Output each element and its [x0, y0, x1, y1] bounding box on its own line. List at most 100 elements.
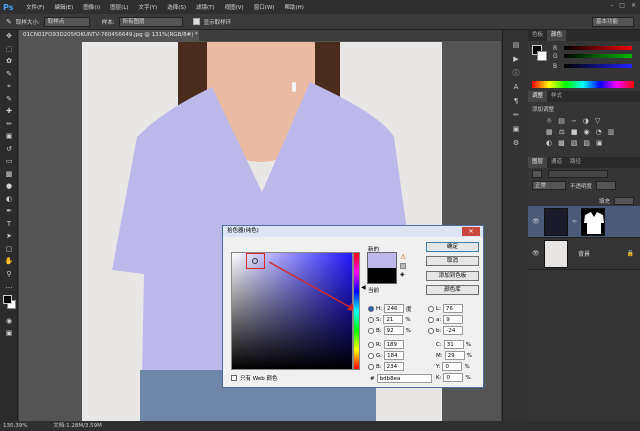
- cyan-input[interactable]: 31: [443, 340, 464, 349]
- more-tools-icon[interactable]: …: [0, 280, 18, 293]
- sample-select[interactable]: 所有图层: [118, 16, 183, 27]
- visibility-eye-icon[interactable]: 👁: [532, 250, 540, 257]
- tab-channels[interactable]: 通道: [547, 157, 566, 168]
- saturation-input[interactable]: 21: [383, 315, 404, 324]
- exposure-icon[interactable]: ◑: [583, 117, 589, 125]
- lab-a-input[interactable]: 9: [443, 315, 464, 324]
- quick-mask-icon[interactable]: ◉: [0, 315, 18, 328]
- color-balance-icon[interactable]: ⚖: [559, 128, 565, 136]
- healing-tool-icon[interactable]: ✚: [0, 105, 18, 118]
- screen-mode-icon[interactable]: ▣: [0, 327, 18, 340]
- menu-image[interactable]: 图像(I): [78, 3, 105, 11]
- foreground-color-swatch[interactable]: [3, 294, 12, 304]
- actions-panel-icon[interactable]: ▶: [503, 52, 529, 66]
- menu-window[interactable]: 窗口(W): [249, 3, 280, 11]
- tab-adjustments[interactable]: 调整: [528, 91, 548, 102]
- maximize-icon[interactable]: □: [619, 2, 625, 9]
- gradient-tool-icon[interactable]: ▩: [0, 168, 18, 181]
- color-libraries-button[interactable]: 颜色库: [426, 285, 479, 295]
- menu-type[interactable]: 文字(Y): [134, 3, 163, 11]
- history-panel-icon[interactable]: ▤: [503, 38, 529, 52]
- info-panel-icon[interactable]: ⓘ: [503, 66, 529, 80]
- saturation-radio[interactable]: [368, 316, 374, 323]
- brush-panel-icon[interactable]: ✏: [503, 108, 529, 122]
- magenta-input[interactable]: 29: [444, 351, 465, 360]
- document-tab[interactable]: 01CN01FO93D205fOKUNTV-760456649.jpg @ 13…: [19, 30, 199, 41]
- blue-input[interactable]: 234: [383, 362, 404, 371]
- selective-color-icon[interactable]: ▣: [596, 139, 603, 147]
- hue-radio[interactable]: [368, 305, 374, 312]
- eyedropper-tool-icon[interactable]: ✎: [0, 93, 18, 106]
- fill-input[interactable]: [614, 197, 634, 205]
- visibility-eye-icon[interactable]: 👁: [532, 218, 540, 225]
- lab-l-input[interactable]: 76: [442, 304, 463, 313]
- green-radio[interactable]: [368, 352, 374, 359]
- posterize-icon[interactable]: ▩: [558, 139, 565, 147]
- ok-button[interactable]: 确定: [426, 242, 479, 252]
- lab-l-radio[interactable]: [428, 305, 434, 312]
- color-swatches[interactable]: [0, 293, 17, 315]
- tab-color[interactable]: 颜色: [547, 30, 567, 41]
- tool-presets-icon[interactable]: ⚙: [503, 136, 529, 150]
- blue-slider[interactable]: [564, 64, 632, 68]
- eraser-tool-icon[interactable]: ▭: [0, 155, 18, 168]
- sample-size-select[interactable]: 取样点: [43, 16, 90, 27]
- hex-input[interactable]: bdb8ea: [376, 374, 432, 383]
- gamut-swatch[interactable]: [400, 263, 406, 269]
- opacity-input[interactable]: [596, 181, 617, 190]
- menu-filter[interactable]: 滤镜(T): [191, 3, 220, 11]
- paragraph-panel-icon[interactable]: ¶: [503, 94, 529, 108]
- lab-a-radio[interactable]: [428, 316, 434, 323]
- lookup-icon[interactable]: ▥: [608, 128, 615, 136]
- add-to-swatches-button[interactable]: 添加到色板: [426, 271, 479, 281]
- black-input[interactable]: 0: [443, 373, 464, 382]
- photo-filter-icon[interactable]: ◉: [584, 128, 590, 136]
- lab-b-input[interactable]: -24: [443, 326, 464, 335]
- menu-select[interactable]: 选择(S): [162, 3, 191, 11]
- marquee-tool-icon[interactable]: ⬚: [0, 43, 18, 56]
- menu-layer[interactable]: 图层(L): [105, 3, 133, 11]
- only-web-checkbox[interactable]: [231, 375, 237, 381]
- yellow-input[interactable]: 0: [442, 362, 463, 371]
- path-select-tool-icon[interactable]: ➤: [0, 230, 18, 243]
- zoom-tool-icon[interactable]: ⚲: [0, 268, 18, 281]
- dodge-tool-icon[interactable]: ◐: [0, 193, 18, 206]
- brightness-input[interactable]: 92: [383, 326, 404, 335]
- clone-panel-icon[interactable]: ▣: [503, 122, 529, 136]
- shape-tool-icon[interactable]: ▢: [0, 243, 18, 256]
- red-input[interactable]: 189: [383, 340, 404, 349]
- levels-icon[interactable]: ▤: [558, 117, 565, 125]
- show-ring-checkbox[interactable]: [192, 18, 200, 25]
- green-input[interactable]: 184: [384, 351, 405, 360]
- blur-tool-icon[interactable]: ●: [0, 180, 18, 193]
- brightness-icon[interactable]: ☼: [546, 117, 552, 125]
- stamp-tool-icon[interactable]: ▣: [0, 130, 18, 143]
- minimize-icon[interactable]: –: [610, 2, 613, 9]
- close-icon[interactable]: ✕: [631, 2, 636, 9]
- menu-help[interactable]: 帮助(H): [279, 3, 308, 11]
- hue-slider-handle-icon[interactable]: ◀: [361, 284, 366, 291]
- tab-paths[interactable]: 路径: [566, 157, 585, 168]
- current-color-swatch[interactable]: [367, 268, 397, 284]
- quick-select-tool-icon[interactable]: ✎: [0, 68, 18, 81]
- green-slider[interactable]: [564, 54, 632, 58]
- character-panel-icon[interactable]: A: [503, 80, 529, 94]
- layer-mask-thumbnail[interactable]: [581, 207, 605, 236]
- curves-icon[interactable]: ∽: [571, 117, 577, 125]
- type-tool-icon[interactable]: T: [0, 218, 18, 231]
- workspace-select[interactable]: 基本功能: [592, 17, 634, 27]
- tab-swatches[interactable]: 色板: [528, 30, 547, 41]
- vibrance-icon[interactable]: ▽: [595, 117, 600, 125]
- bw-icon[interactable]: ■: [571, 128, 578, 136]
- gradient-map-icon[interactable]: ▨: [583, 139, 590, 147]
- threshold-icon[interactable]: ▧: [571, 139, 578, 147]
- layer-row[interactable]: 👁 背景 🔒: [528, 238, 640, 270]
- gamut-warning-icon[interactable]: ⚠: [400, 253, 406, 261]
- cancel-button[interactable]: 取消: [426, 256, 479, 266]
- red-slider[interactable]: [564, 46, 632, 50]
- layer-row[interactable]: 👁 ∞: [528, 206, 640, 238]
- menu-file[interactable]: 文件(F): [21, 3, 49, 11]
- hand-tool-icon[interactable]: ✋: [0, 255, 18, 268]
- dialog-close-button[interactable]: ✕: [462, 227, 480, 236]
- hue-sat-icon[interactable]: ▦: [546, 128, 553, 136]
